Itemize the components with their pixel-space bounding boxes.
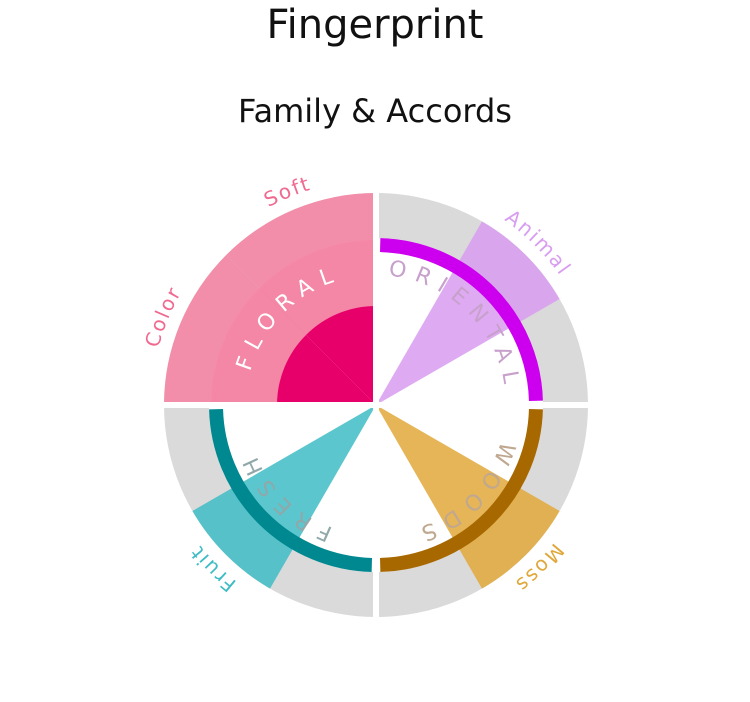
fingerprint-chart: ColorSoftFLORALAnimalORIENTALMossWOODSFr… [140,171,592,621]
gap-layer [160,189,592,621]
